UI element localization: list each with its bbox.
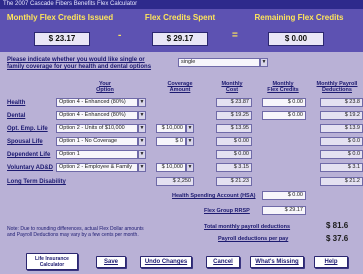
dental-flex-credits[interactable]: $ 0.00: [262, 111, 306, 120]
chevron-down-icon[interactable]: ▼: [138, 124, 146, 133]
per-pay-value: $ 37.6: [326, 234, 349, 243]
row-health-label: Health: [7, 100, 26, 106]
ltd-payroll: $ 21.2: [320, 177, 363, 186]
total-payroll-value: $ 81.6: [326, 221, 349, 230]
dependent-life-payroll: $ 0.0: [320, 150, 363, 159]
col-payroll-header: Monthly Payroll Deductions: [316, 81, 358, 93]
cancel-button[interactable]: Cancel: [206, 256, 240, 268]
flex-issued-label: Monthly Flex Credits Issued: [6, 13, 114, 22]
chevron-down-icon[interactable]: ▼: [260, 58, 268, 67]
window-title: The 2007 Cascade Fibers Benefits Flex Ca…: [0, 0, 363, 9]
coverage-question-line2: family coverage for your health and dent…: [7, 64, 152, 70]
row-spousal-life-label: Spousal Life: [7, 139, 43, 145]
health-option-select[interactable]: Option 4 - Enhanced (80%): [56, 98, 138, 107]
flex-spent-label: Flex Credits Spent: [144, 13, 216, 22]
health-cost: $ 23.87: [216, 98, 252, 107]
health-flex-credits[interactable]: $ 0.00: [262, 98, 306, 107]
col-option-header: Your Option: [96, 81, 114, 93]
opt-emp-life-payroll: $ 13.9: [320, 124, 363, 133]
voluntary-add-payroll: $ 3.1: [320, 163, 363, 172]
row-dental-label: Dental: [7, 113, 26, 119]
row-ltd-label: Long Term Disability: [7, 179, 66, 185]
dental-cost: $ 19.25: [216, 111, 252, 120]
flex-spent-value: $ 29.17: [152, 32, 208, 46]
row-voluntary-add-label: Voluntary AD&D: [7, 165, 54, 171]
chevron-down-icon[interactable]: ▼: [138, 111, 146, 120]
dental-payroll: $ 19.2: [320, 111, 363, 120]
col-cost-header: Monthly Cost: [221, 81, 243, 93]
flex-issued-value: $ 23.17: [34, 32, 90, 46]
voluntary-add-option-select[interactable]: Option 2 - Employee & Family: [56, 163, 138, 172]
rrsp-label: Flex Group RRSP: [204, 208, 250, 214]
opt-emp-life-option-select[interactable]: Option 2 - Units of $10,000: [56, 124, 138, 133]
total-payroll-label: Total monthly payroll deductions: [204, 224, 291, 230]
flex-remaining-value: $ 0.00: [268, 32, 324, 46]
health-payroll: $ 23.8: [320, 98, 363, 107]
coverage-question-line1: Please indicate whether you would like s…: [7, 57, 145, 63]
spousal-life-payroll: $ 0.0: [320, 137, 363, 146]
undo-changes-button[interactable]: Undo Changes: [140, 256, 192, 268]
life-insurance-button-line2: Calculator: [39, 262, 65, 268]
dental-option-select[interactable]: Option 4 - Enhanced (80%): [56, 111, 138, 120]
row-dependent-life-label: Dependent Life: [7, 152, 51, 158]
chevron-down-icon[interactable]: ▼: [138, 137, 146, 146]
help-button[interactable]: Help: [314, 256, 348, 268]
opt-emp-life-coverage[interactable]: $ 10,000: [156, 124, 186, 133]
coverage-type-select[interactable]: single: [178, 58, 260, 67]
chevron-down-icon[interactable]: ▼: [186, 163, 194, 172]
rounding-note-line2: and Payroll Deductions may vary by a few…: [7, 232, 139, 238]
spousal-life-option-select[interactable]: Option 1 - No Coverage: [56, 137, 138, 146]
col-flex-header: Monthly Flex Credits: [267, 81, 299, 93]
spousal-life-coverage[interactable]: $ 0: [156, 137, 186, 146]
rrsp-input[interactable]: $ 29.17: [262, 206, 306, 215]
ltd-coverage: $ 2,250: [156, 177, 194, 186]
flex-remaining-label: Remaining Flex Credits: [254, 13, 344, 22]
save-button[interactable]: Save: [96, 256, 126, 268]
voluntary-add-coverage[interactable]: $ 10,000: [156, 163, 186, 172]
opt-emp-life-cost: $ 13.95: [216, 124, 252, 133]
chevron-down-icon[interactable]: ▼: [138, 150, 146, 159]
ltd-cost: $ 21.23: [216, 177, 252, 186]
chevron-down-icon[interactable]: ▼: [186, 124, 194, 133]
per-pay-label: Payroll deductions per pay: [218, 236, 289, 242]
hsa-label: Health Spending Account (HSA): [172, 193, 256, 199]
row-opt-emp-life-label: Opt. Emp. Life: [7, 126, 48, 132]
minus-sign: -: [118, 30, 122, 41]
equals-sign: =: [232, 30, 238, 41]
col-coverage-header: Coverage Amount: [167, 81, 193, 93]
chevron-down-icon[interactable]: ▼: [138, 163, 146, 172]
voluntary-add-cost: $ 3.15: [216, 163, 252, 172]
dependent-life-cost: $ 0.00: [216, 150, 252, 159]
chevron-down-icon[interactable]: ▼: [138, 98, 146, 107]
life-insurance-calculator-button[interactable]: Life Insurance Calculator: [26, 253, 78, 270]
whats-missing-button[interactable]: What's Missing: [250, 256, 304, 268]
hsa-input[interactable]: $ 0.00: [262, 191, 306, 200]
spousal-life-cost: $ 0.00: [216, 137, 252, 146]
dependent-life-option-select[interactable]: Option 1: [56, 150, 138, 159]
chevron-down-icon[interactable]: ▼: [186, 137, 194, 146]
